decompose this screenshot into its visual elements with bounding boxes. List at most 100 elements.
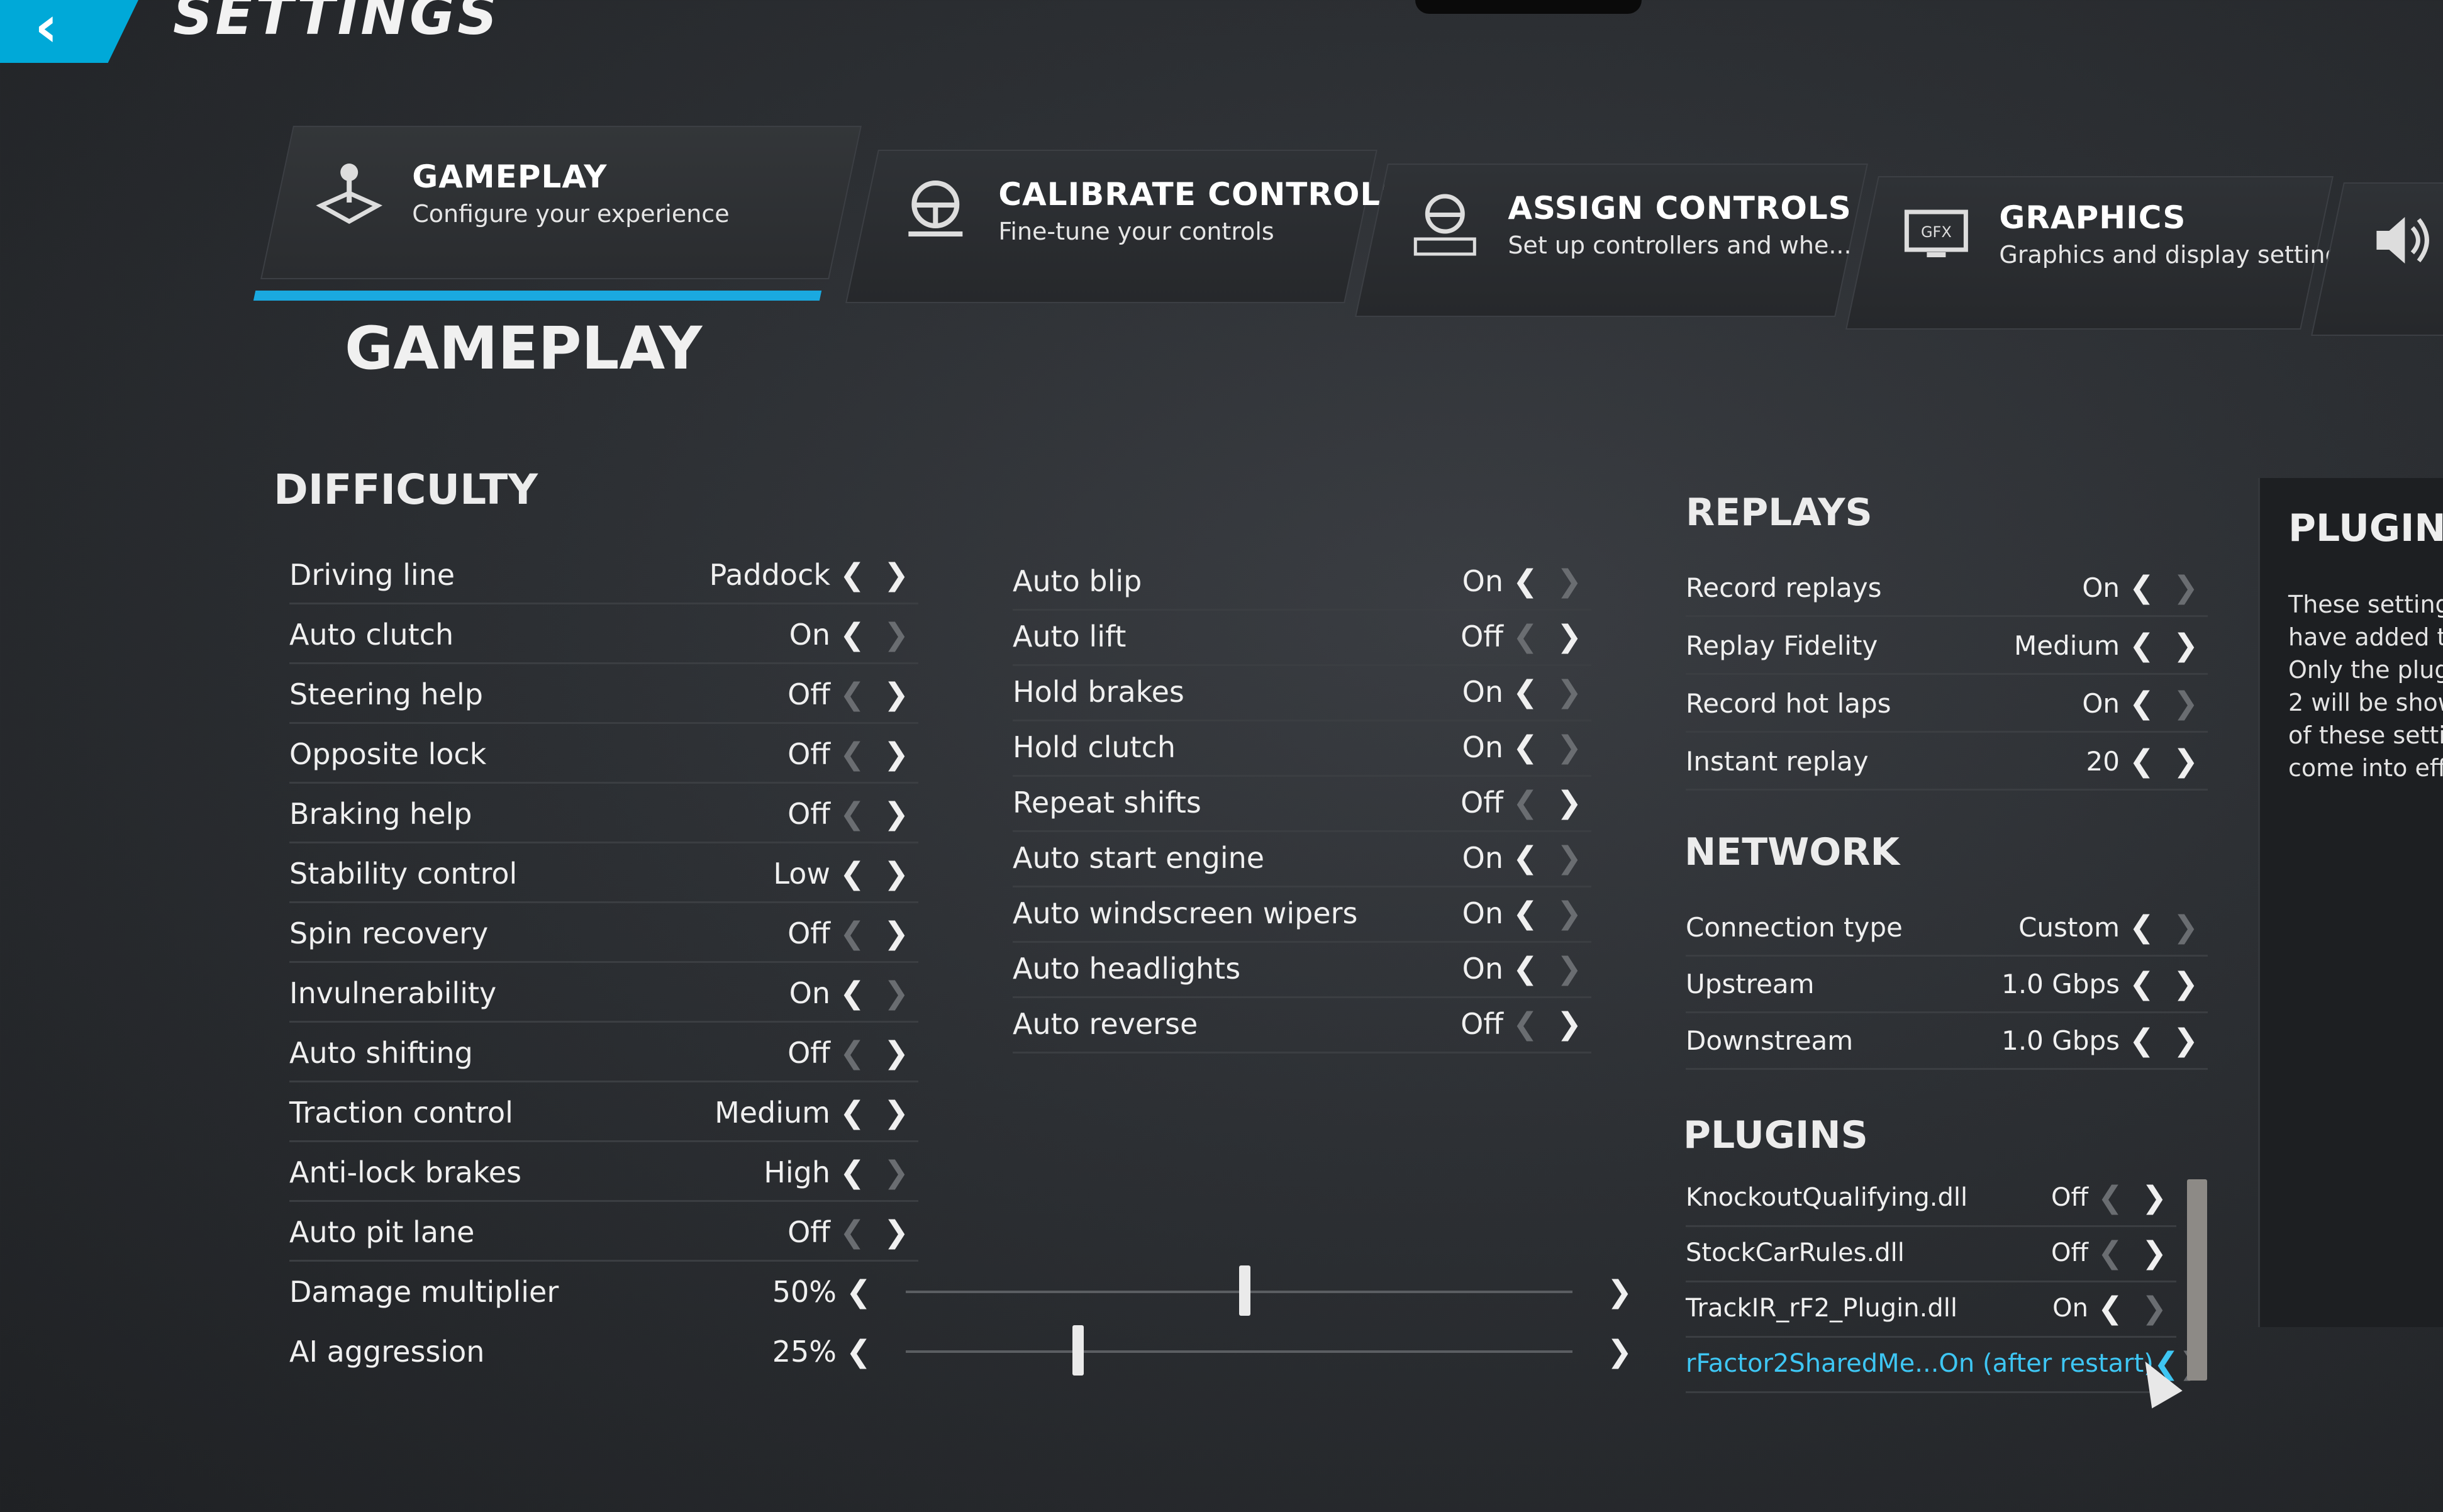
plugins-scrollbar[interactable] xyxy=(2187,1179,2207,1381)
chevron-left-icon[interactable]: ❮ xyxy=(1503,674,1547,709)
chevron-left-icon[interactable]: ❮ xyxy=(830,677,874,712)
chevron-right-icon[interactable]: ❯ xyxy=(2164,743,2208,779)
assist-row[interactable]: Auto reverse Off ❮ ❯ xyxy=(1013,996,1591,1053)
assist-row[interactable]: Repeat shifts Off ❮ ❯ xyxy=(1013,775,1591,832)
assist-row[interactable]: Auto start engine On ❮ ❯ xyxy=(1013,830,1591,887)
back-button[interactable]: ‹ xyxy=(0,0,138,63)
chevron-left-icon[interactable]: ❮ xyxy=(830,916,874,951)
difficulty-row[interactable]: Anti-lock brakes High ❮ ❯ xyxy=(289,1145,918,1202)
chevron-left-icon[interactable]: ❮ xyxy=(830,796,874,831)
difficulty-row[interactable]: Damage multiplier 50% ❮ ❯ xyxy=(289,1264,1642,1320)
difficulty-row[interactable]: Opposite lock Off ❮ ❯ xyxy=(289,726,918,784)
chevron-left-icon[interactable]: ❮ xyxy=(830,737,874,772)
tab-graphics[interactable]: GFX GRAPHICS Graphics and display settin… xyxy=(1845,176,2352,330)
chevron-right-icon[interactable]: ❯ xyxy=(874,1095,918,1130)
difficulty-row[interactable]: Invulnerability On ❮ ❯ xyxy=(289,965,918,1023)
chevron-left-icon[interactable]: ❮ xyxy=(2088,1180,2132,1215)
chevron-left-icon[interactable]: ❮ xyxy=(1503,730,1547,765)
difficulty-row[interactable]: Braking help Off ❮ ❯ xyxy=(289,786,918,843)
chevron-right-icon[interactable]: ❯ xyxy=(1547,730,1591,765)
chevron-right-icon[interactable]: ❯ xyxy=(1598,1274,1642,1309)
difficulty-row[interactable]: Auto pit lane Off ❮ ❯ xyxy=(289,1204,918,1262)
assist-row[interactable]: Auto blip On ❮ ❯ xyxy=(1013,553,1591,611)
slider-track[interactable] xyxy=(906,1265,1572,1316)
chevron-right-icon[interactable]: ❯ xyxy=(874,916,918,951)
chevron-right-icon[interactable]: ❯ xyxy=(2164,686,2208,721)
chevron-right-icon[interactable]: ❯ xyxy=(874,796,918,831)
chevron-left-icon[interactable]: ❮ xyxy=(1503,896,1547,931)
difficulty-row[interactable]: Spin recovery Off ❮ ❯ xyxy=(289,906,918,963)
chevron-right-icon[interactable]: ❯ xyxy=(874,557,918,592)
chevron-right-icon[interactable]: ❯ xyxy=(2164,570,2208,605)
chevron-left-icon[interactable]: ❮ xyxy=(2088,1291,2132,1326)
chevron-right-icon[interactable]: ❯ xyxy=(2164,628,2208,663)
chevron-right-icon[interactable]: ❯ xyxy=(874,1035,918,1070)
chevron-left-icon[interactable]: ❮ xyxy=(1503,1006,1547,1042)
chevron-left-icon[interactable]: ❮ xyxy=(830,617,874,652)
plugin-row[interactable]: StockCarRules.dll Off ❮ ❯ xyxy=(1686,1225,2176,1282)
plugin-row[interactable]: KnockoutQualifying.dll Off ❮ ❯ xyxy=(1686,1170,2176,1227)
chevron-right-icon[interactable]: ❯ xyxy=(1547,1006,1591,1042)
assist-row[interactable]: Auto headlights On ❮ ❯ xyxy=(1013,941,1591,998)
plugin-row[interactable]: rFactor2SharedMe...On (after restart)❮❯ xyxy=(1686,1336,2204,1393)
chevron-right-icon[interactable]: ❯ xyxy=(1547,840,1591,876)
tab-assign-controls[interactable]: ASSIGN CONTROLS Set up controllers and w… xyxy=(1355,164,1868,317)
chevron-right-icon[interactable]: ❯ xyxy=(874,677,918,712)
difficulty-row[interactable]: Auto shifting Off ❮ ❯ xyxy=(289,1025,918,1082)
chevron-right-icon[interactable]: ❯ xyxy=(1547,674,1591,709)
chevron-right-icon[interactable]: ❯ xyxy=(2132,1235,2176,1270)
difficulty-row[interactable]: Auto clutch On ❮ ❯ xyxy=(289,607,918,664)
chevron-left-icon[interactable]: ❮ xyxy=(830,856,874,891)
chevron-left-icon[interactable]: ❮ xyxy=(1503,564,1547,599)
chevron-right-icon[interactable]: ❯ xyxy=(1547,896,1591,931)
chevron-left-icon[interactable]: ❮ xyxy=(1503,951,1547,986)
assist-row[interactable]: Auto lift Off ❮ ❯ xyxy=(1013,609,1591,666)
chevron-left-icon[interactable]: ❮ xyxy=(837,1334,881,1369)
chevron-right-icon[interactable]: ❯ xyxy=(2132,1180,2176,1215)
chevron-right-icon[interactable]: ❯ xyxy=(1547,619,1591,654)
chevron-right-icon[interactable]: ❯ xyxy=(1547,951,1591,986)
slider-track[interactable] xyxy=(906,1325,1572,1376)
chevron-left-icon[interactable]: ❮ xyxy=(1503,840,1547,876)
chevron-left-icon[interactable]: ❮ xyxy=(830,1035,874,1070)
network-row[interactable]: Upstream 1.0 Gbps ❮ ❯ xyxy=(1686,956,2208,1013)
assist-row[interactable]: Hold clutch On ❮ ❯ xyxy=(1013,720,1591,777)
chevron-left-icon[interactable]: ❮ xyxy=(830,1155,874,1190)
difficulty-row[interactable]: AI aggression 25% ❮ ❯ xyxy=(289,1324,1642,1379)
chevron-left-icon[interactable]: ❮ xyxy=(830,1095,874,1130)
chevron-left-icon[interactable]: ❮ xyxy=(830,976,874,1011)
assist-row[interactable]: Auto windscreen wipers On ❮ ❯ xyxy=(1013,886,1591,943)
chevron-right-icon[interactable]: ❯ xyxy=(2164,1023,2208,1058)
difficulty-row[interactable]: Driving line Paddock ❮ ❯ xyxy=(289,547,918,604)
difficulty-row[interactable]: Stability control Low ❮ ❯ xyxy=(289,846,918,903)
chevron-left-icon[interactable]: ❮ xyxy=(2120,1023,2164,1058)
difficulty-row[interactable]: Steering help Off ❮ ❯ xyxy=(289,667,918,724)
chevron-left-icon[interactable]: ❮ xyxy=(830,1215,874,1250)
replay-row[interactable]: Record hot laps On ❮ ❯ xyxy=(1686,675,2208,733)
network-row[interactable]: Connection type Custom ❮ ❯ xyxy=(1686,899,2208,957)
plugin-row[interactable]: TrackIR_rF2_Plugin.dll On ❮ ❯ xyxy=(1686,1281,2176,1338)
chevron-right-icon[interactable]: ❯ xyxy=(1547,785,1591,820)
chevron-right-icon[interactable]: ❯ xyxy=(874,976,918,1011)
tab-gameplay[interactable]: GAMEPLAY Configure your experience xyxy=(253,126,862,301)
chevron-right-icon[interactable]: ❯ xyxy=(874,1155,918,1190)
assist-row[interactable]: Hold brakes On ❮ ❯ xyxy=(1013,664,1591,721)
chevron-left-icon[interactable]: ❮ xyxy=(1503,619,1547,654)
chevron-right-icon[interactable]: ❯ xyxy=(2132,1291,2176,1326)
chevron-left-icon[interactable]: ❮ xyxy=(2120,570,2164,605)
chevron-left-icon[interactable]: ❮ xyxy=(1503,785,1547,820)
slider-thumb[interactable] xyxy=(1072,1325,1084,1376)
chevron-right-icon[interactable]: ❯ xyxy=(1547,564,1591,599)
replay-row[interactable]: Instant replay 20 ❮ ❯ xyxy=(1686,733,2208,791)
chevron-right-icon[interactable]: ❯ xyxy=(874,1215,918,1250)
chevron-right-icon[interactable]: ❯ xyxy=(874,617,918,652)
tab-calibrate-controls[interactable]: CALIBRATE CONTROLS Fine-tune your contro… xyxy=(845,150,1404,303)
chevron-left-icon[interactable]: ❮ xyxy=(2088,1235,2132,1270)
chevron-right-icon[interactable]: ❯ xyxy=(874,856,918,891)
difficulty-row[interactable]: Traction control Medium ❮ ❯ xyxy=(289,1085,918,1142)
chevron-right-icon[interactable]: ❯ xyxy=(874,737,918,772)
chevron-left-icon[interactable]: ❮ xyxy=(837,1274,881,1309)
chevron-left-icon[interactable]: ❮ xyxy=(2120,966,2164,1001)
chevron-left-icon[interactable]: ❮ xyxy=(830,557,874,592)
chevron-left-icon[interactable]: ❮ xyxy=(2120,686,2164,721)
